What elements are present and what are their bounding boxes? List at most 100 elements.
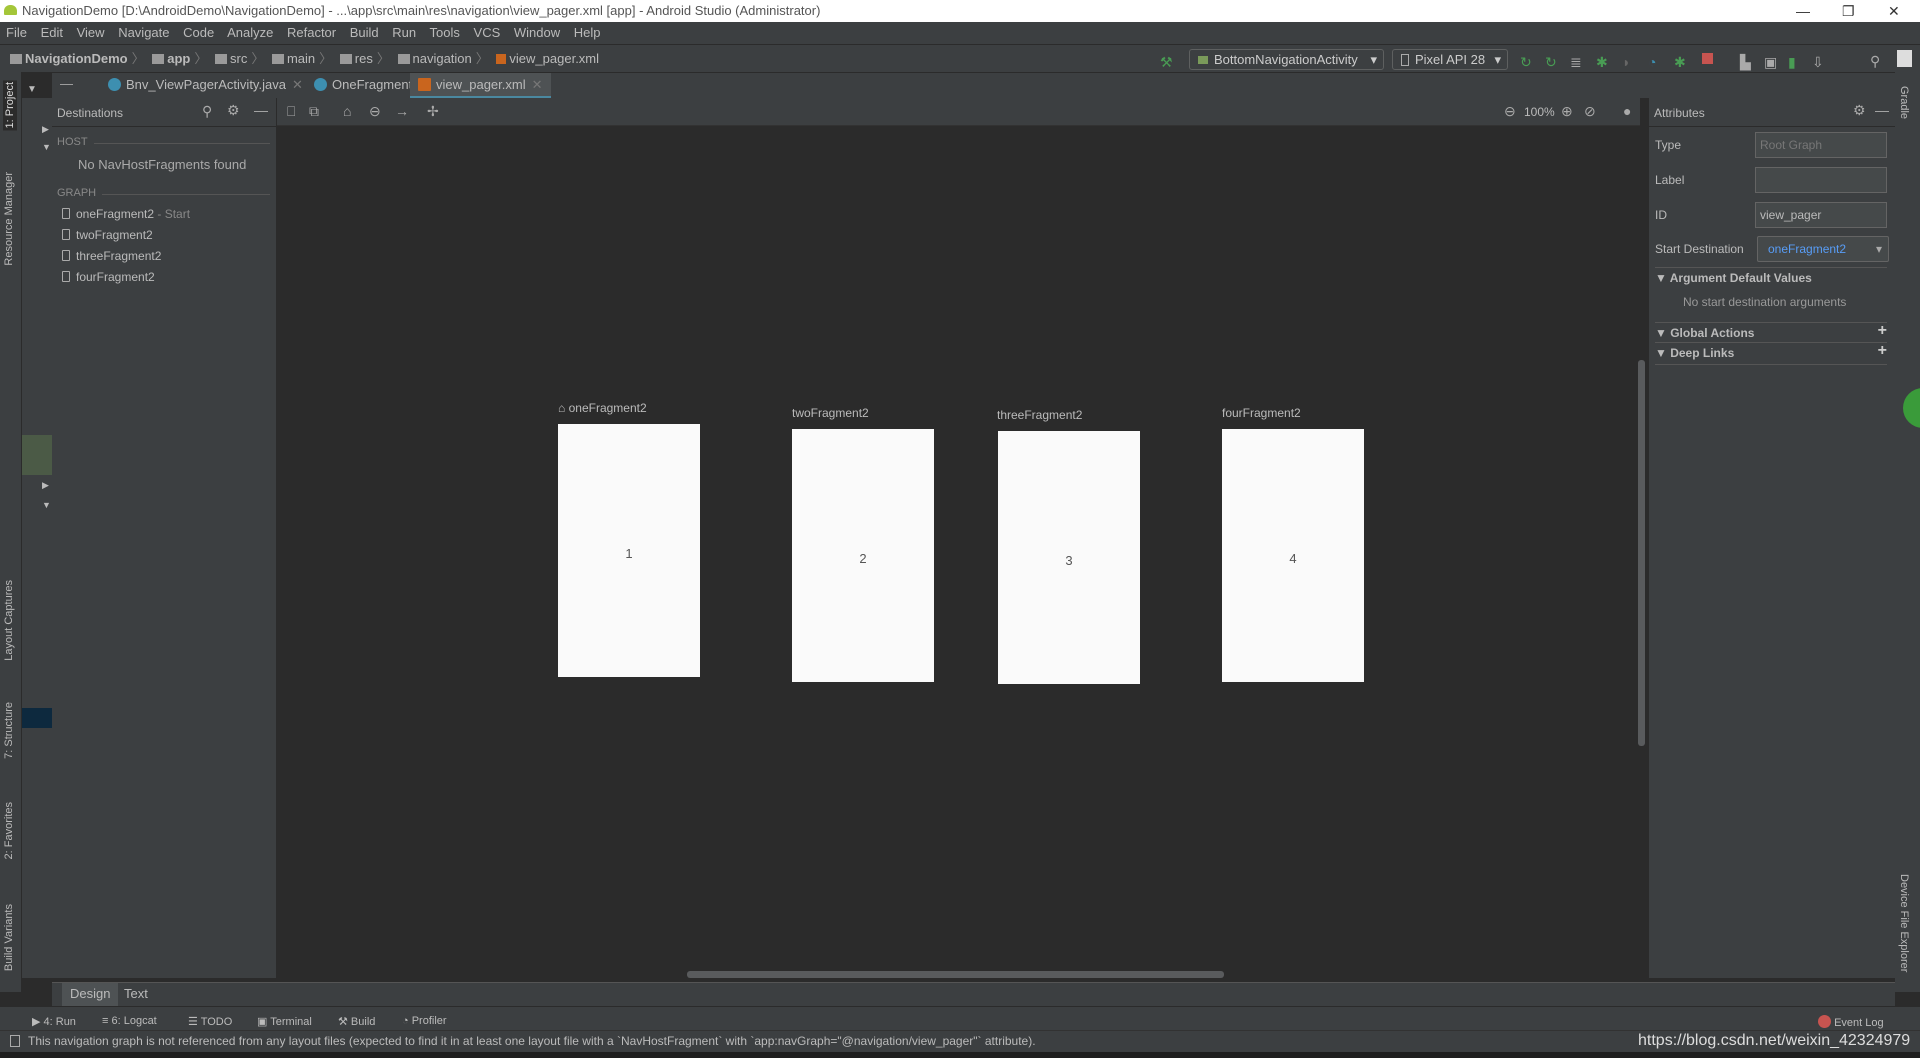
breadcrumb-main[interactable]: main	[287, 45, 315, 72]
vertical-scrollbar[interactable]	[1638, 360, 1645, 746]
new-destination-icon[interactable]: ⎕	[287, 103, 295, 120]
stop-icon[interactable]	[1702, 53, 1713, 64]
warning-icon[interactable]: ●	[1623, 103, 1631, 119]
menu-file[interactable]: File	[6, 25, 27, 40]
graph-header: GRAPH	[57, 187, 97, 199]
build-tool-button[interactable]: ⚒ Build	[338, 1015, 375, 1028]
destination-item[interactable]: oneFragment2 - Start	[62, 207, 190, 221]
collapse-icon[interactable]: —	[60, 76, 73, 91]
expand-arrow-icon[interactable]: ▼	[42, 500, 51, 510]
xml-file-icon	[496, 54, 507, 64]
tab-design[interactable]: Design	[62, 983, 119, 1007]
breadcrumb-src[interactable]: src	[230, 45, 247, 72]
tab-view-pager-xml[interactable]: view_pager.xml ✕	[410, 73, 551, 99]
search-icon[interactable]: ⚲	[202, 103, 212, 120]
horizontal-scrollbar[interactable]	[687, 971, 1224, 978]
destination-item[interactable]: fourFragment2	[62, 270, 155, 284]
res-folder-icon	[339, 54, 352, 64]
close-window-button[interactable]: ✕	[1888, 0, 1900, 22]
menu-view[interactable]: View	[77, 25, 105, 40]
minimize-panel-icon[interactable]: —	[1875, 102, 1889, 118]
fragment-destination[interactable]: 1	[558, 424, 700, 677]
destination-item[interactable]: twoFragment2	[62, 228, 153, 242]
breadcrumb-project[interactable]: NavigationDemo	[25, 45, 128, 72]
resource-manager-tool-button[interactable]: Resource Manager	[3, 172, 15, 266]
gear-icon[interactable]: ⚙	[227, 102, 240, 119]
zoom-in-icon[interactable]: ⊕	[1561, 103, 1573, 120]
close-tab-icon[interactable]: ✕	[532, 77, 543, 92]
menu-tools[interactable]: Tools	[430, 25, 460, 40]
status-toggle-icon[interactable]	[10, 1035, 20, 1047]
menu-vcs[interactable]: VCS	[474, 25, 501, 40]
gear-icon[interactable]: ⚙	[1853, 102, 1866, 119]
tab-text[interactable]: Text	[116, 983, 156, 1007]
restore-button[interactable]: ❐	[1842, 0, 1855, 22]
expand-arrow-icon[interactable]: ▶	[42, 124, 49, 135]
terminal-tool-button[interactable]: ▣ Terminal	[257, 1015, 312, 1028]
gradle-tool-button[interactable]: Gradle	[1898, 86, 1910, 119]
start-destination-dropdown[interactable]: oneFragment2 ▾	[1757, 236, 1889, 262]
navigation-graph-canvas[interactable]: ⌂ oneFragment2 1 twoFragment2 2 threeFra…	[277, 126, 1640, 978]
global-actions-header[interactable]: ▼ Global Actions	[1655, 326, 1754, 340]
todo-tool-button[interactable]: ☰ TODO	[188, 1015, 232, 1028]
fragment-destination[interactable]: 3	[998, 431, 1140, 684]
project-tool-button[interactable]: 1: Project	[3, 80, 17, 131]
minimize-panel-icon[interactable]: —	[254, 102, 268, 118]
menu-build[interactable]: Build	[350, 25, 379, 40]
notification-badge[interactable]	[1903, 388, 1920, 428]
logcat-tool-button[interactable]: ≡ 6: Logcat	[102, 1015, 157, 1027]
home-icon[interactable]: ⌂	[343, 103, 351, 119]
deep-link-icon[interactable]: ⊖	[369, 103, 381, 120]
auto-arrange-icon[interactable]: ✢	[427, 103, 439, 120]
id-input[interactable]: view_pager	[1755, 202, 1887, 228]
device-file-explorer-tool-button[interactable]: Device File Explorer	[1898, 874, 1910, 972]
run-tool-button[interactable]: ▶ 4: Run	[32, 1015, 76, 1028]
fragment-label: threeFragment2	[997, 408, 1083, 422]
menu-analyze[interactable]: Analyze	[227, 25, 273, 40]
destination-item[interactable]: threeFragment2	[62, 249, 161, 263]
breadcrumb-navigation[interactable]: navigation	[413, 45, 472, 72]
menu-refactor[interactable]: Refactor	[287, 25, 336, 40]
argument-defaults-header[interactable]: ▼ Argument Default Values	[1655, 271, 1812, 285]
tab-bnv-viewpager-activity[interactable]: Bnv_ViewPagerActivity.java ✕	[100, 73, 311, 99]
expand-arrow-icon[interactable]: ▶	[42, 480, 49, 491]
profiler-tool-button[interactable]: ◔ Profiler	[402, 1015, 447, 1027]
menu-navigate[interactable]: Navigate	[118, 25, 169, 40]
user-avatar-icon[interactable]	[1897, 50, 1912, 67]
left-tool-strip: 1: Project Resource Manager Layout Captu…	[0, 72, 22, 992]
breadcrumb-app[interactable]: app	[167, 45, 190, 72]
expand-arrow-icon[interactable]: ▼	[42, 142, 51, 152]
zoom-out-icon[interactable]: ⊖	[1504, 103, 1516, 120]
fragment-destination[interactable]: 2	[792, 429, 934, 682]
deep-links-header[interactable]: ▼ Deep Links	[1655, 346, 1734, 360]
close-tab-icon[interactable]: ✕	[292, 77, 303, 92]
fragment-icon	[62, 229, 70, 240]
menu-code[interactable]: Code	[183, 25, 214, 40]
status-message: This navigation graph is not referenced …	[28, 1034, 1036, 1048]
structure-tool-button[interactable]: 7: Structure	[3, 702, 15, 759]
label-input[interactable]	[1755, 167, 1887, 193]
favorites-tool-button[interactable]: 2: Favorites	[3, 802, 15, 859]
run-config-dropdown[interactable]: BottomNavigationActivity ▾	[1189, 49, 1384, 70]
menu-window[interactable]: Window	[514, 25, 560, 40]
nested-graph-icon[interactable]: ⧉	[309, 103, 319, 120]
add-global-action-icon[interactable]: +	[1878, 322, 1887, 340]
menu-run[interactable]: Run	[392, 25, 416, 40]
zoom-to-fit-icon[interactable]: ⊘	[1584, 103, 1596, 120]
expand-arrow-icon[interactable]: ▼	[27, 84, 37, 95]
right-tool-strip: Gradle Device File Explorer	[1895, 72, 1920, 992]
breadcrumb-res[interactable]: res	[355, 45, 373, 72]
search-icon[interactable]: ⚲	[1870, 48, 1880, 75]
menu-help[interactable]: Help	[574, 25, 601, 40]
title-bar: NavigationDemo [D:\AndroidDemo\Navigatio…	[0, 0, 1920, 22]
action-arrow-icon[interactable]: →	[395, 103, 409, 119]
fragment-destination[interactable]: 4	[1222, 429, 1364, 682]
build-variants-tool-button[interactable]: Build Variants	[3, 904, 15, 971]
add-deep-link-icon[interactable]: +	[1878, 342, 1887, 360]
device-dropdown[interactable]: Pixel API 28 ▾	[1392, 49, 1508, 70]
layout-captures-tool-button[interactable]: Layout Captures	[3, 580, 15, 661]
menu-edit[interactable]: Edit	[41, 25, 63, 40]
minimize-button[interactable]: —	[1796, 0, 1810, 22]
breadcrumb-file[interactable]: view_pager.xml	[509, 45, 599, 72]
event-log-button[interactable]: Event Log	[1818, 1015, 1884, 1029]
